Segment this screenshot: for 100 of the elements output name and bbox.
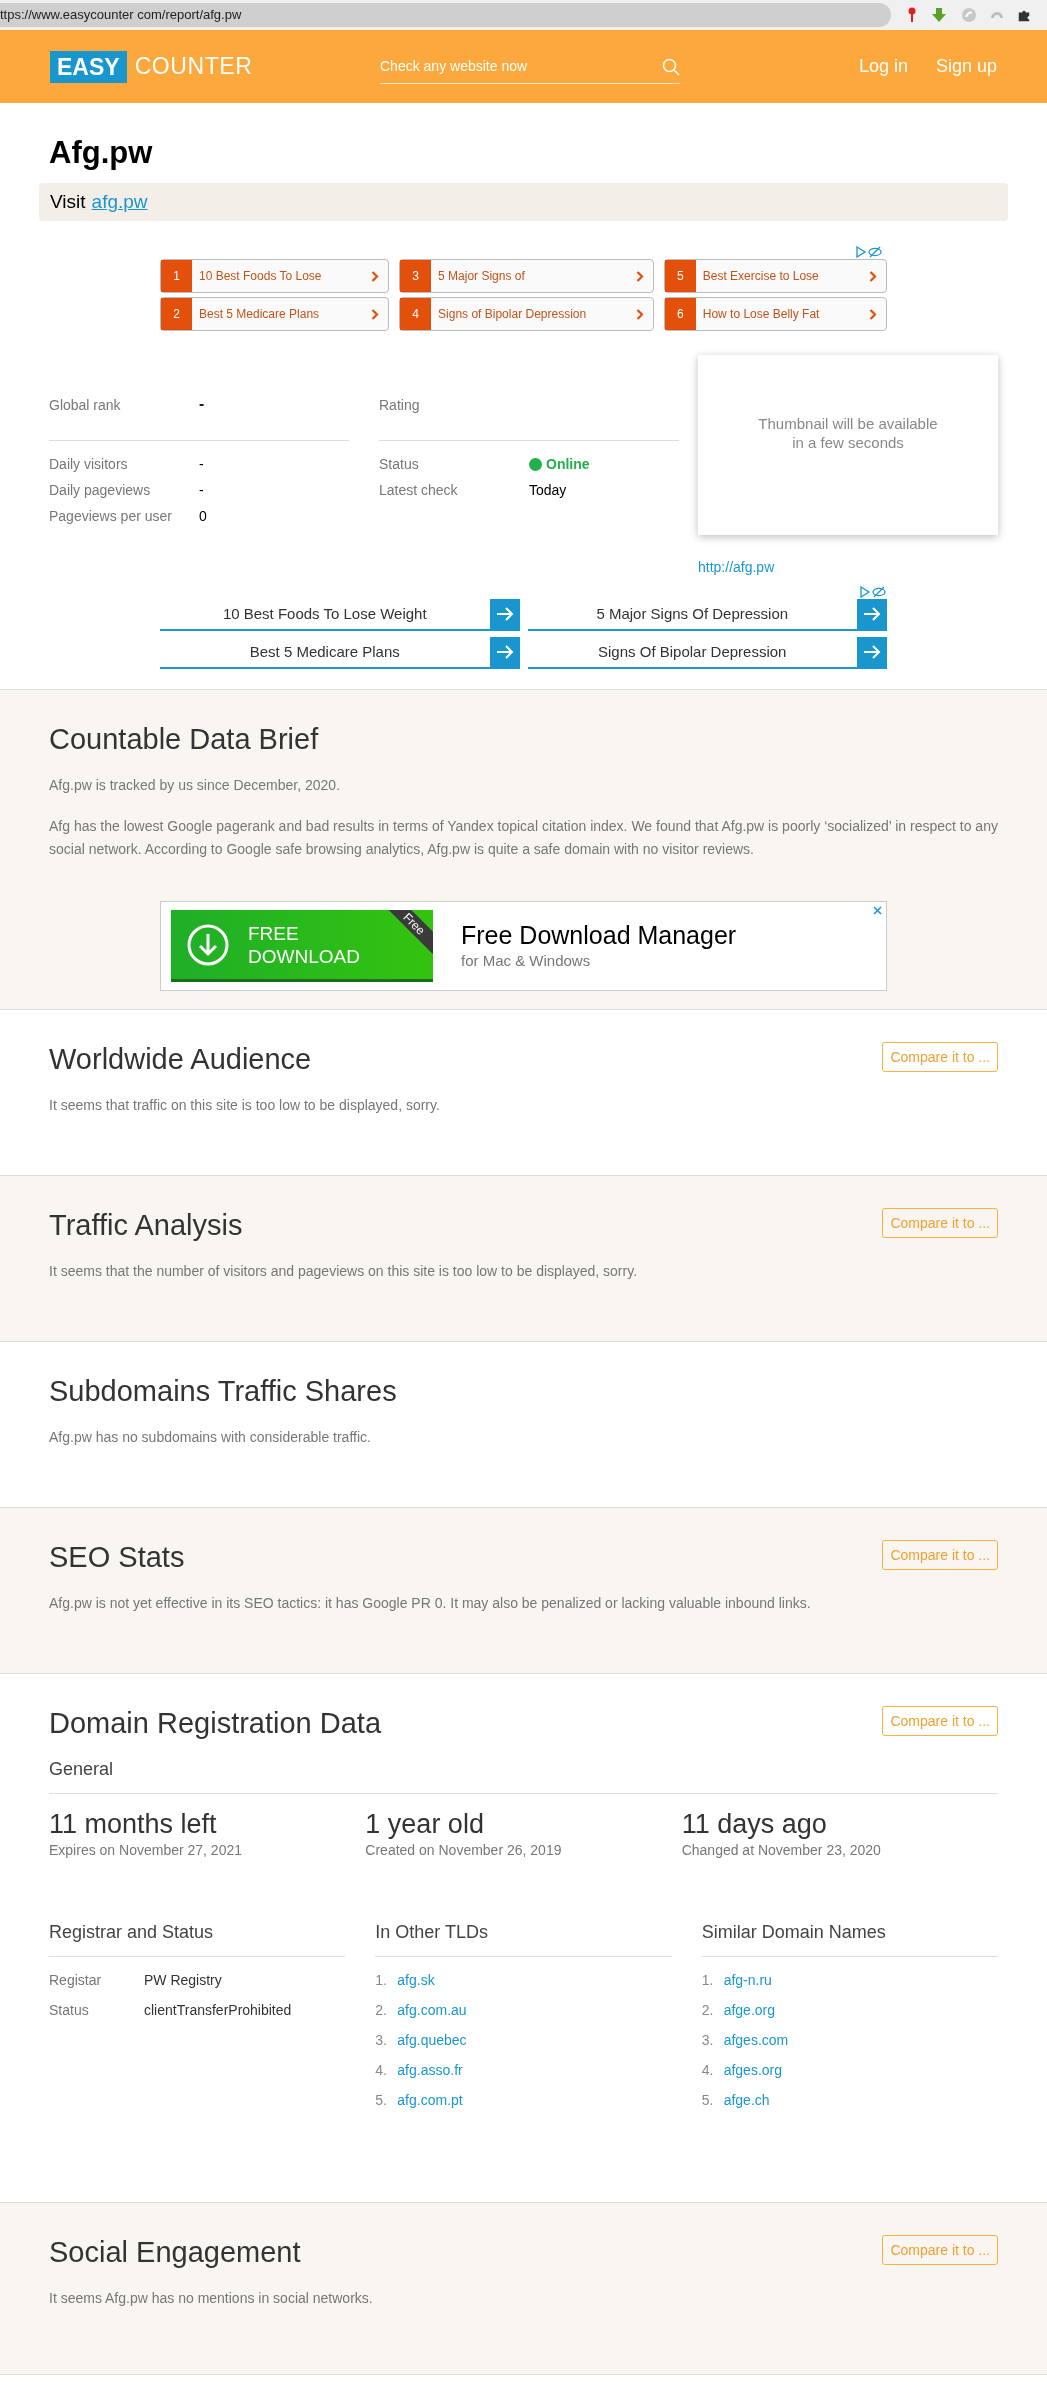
compare-button[interactable]: Compare it to ... [882,1208,998,1238]
domain-link[interactable]: afge.ch [723,2089,770,2111]
domain-link[interactable]: afge.org [723,1999,776,2021]
list-number: 4. [375,2060,388,2080]
stat-label: Pageviews per user [49,507,173,526]
ad-number: 5 [664,260,696,292]
list-number: 1. [375,1970,388,1990]
fact-caption: Expires on November 27, 2021 [49,1841,243,1860]
stat-label: Daily pageviews [49,481,152,500]
header-link[interactable]: Sign up [935,53,997,80]
stat-label: Status [379,455,420,474]
puzzle-icon [1017,8,1031,22]
ad-link[interactable]: 3 5 Major Signs of [399,259,654,293]
section-text: Afg has the lowest Google pagerank and bad results in terms of Yandex topical citation index. We found that Afg.pw is poorly ‘socialized’ in respect to any social network. According to Google safe browsing analytics, Afg.pw is quite a safe domain with no visitor reviews. [49,817,998,859]
section-title: Social Engagement [49,2235,301,2270]
ad-number: 1 [161,260,192,292]
stat-value: - [199,455,204,474]
domain-link[interactable]: afg.sk [397,1969,435,1991]
ad-text: Signs of Bipolar Depression [437,306,588,323]
compare-button[interactable]: Compare it to ... [882,2235,998,2265]
list-number: 4. [701,2060,715,2080]
subsection-title: General [49,1756,998,1794]
status-text: Online [546,455,590,474]
chevron-icon [635,270,644,282]
stat-label: Global rank [49,396,122,415]
ad-link[interactable]: 1 10 Best Foods To Lose [160,259,390,293]
visit-label: Visit [50,189,86,214]
list-number: 2. [375,2000,388,2020]
chevron-icon [869,308,877,320]
list-number: 5. [701,2090,715,2110]
field-value: PW Registry [144,1970,222,1990]
stat-label: Rating [379,396,421,415]
subsection-title: Registrar and Status [49,1919,346,1957]
list-number: 3. [375,2030,388,2050]
fact-caption: Changed at November 23, 2020 [681,1841,882,1860]
section-text: It seems that the number of visitors and pageviews on this site is too low to be displayed, sorry. [49,1262,639,1281]
list-number: 3. [701,2030,715,2050]
ad-number: 2 [161,298,192,330]
domain-link[interactable]: afg.quebec [397,2029,467,2051]
logo-text[interactable]: COUNTER [134,49,253,84]
section-title: Worldwide Audience [49,1042,312,1077]
chevron-icon [869,270,877,282]
visit-link[interactable]: afg.pw [91,187,148,217]
ad-link[interactable]: 10 Best Foods To Lose Weight [160,599,520,631]
search-field[interactable]: Check any website now [380,49,680,84]
pin-icon [907,7,917,23]
ad-text: 5 Major Signs Of Depression [595,603,790,624]
download-arrow-icon [931,7,947,23]
chevron-icon [635,308,644,320]
list-number: 1. [701,1970,715,1990]
domain-link[interactable]: afg.com.pt [397,2089,463,2111]
list-number: 5. [375,2090,388,2110]
ad-link[interactable]: 5 Major Signs Of Depression [527,599,887,631]
fact-value: 11 months left [49,1808,218,1840]
ad-text: 10 Best Foods To Lose [198,268,323,285]
section-title: SEO Stats [49,1540,185,1575]
fact-value: 11 days ago [681,1808,828,1840]
swirl-icon [961,7,977,23]
site-link[interactable]: http://afg.pw [698,557,775,578]
domain-link[interactable]: afges.com [723,2029,789,2051]
ad-text: How to Lose Belly Fat [701,306,821,323]
ad-link[interactable]: 2 Best 5 Medicare Plans [160,297,390,331]
download-icon [186,922,230,967]
arch-icon [991,12,1003,18]
ad-text: Signs Of Bipolar Depression [597,641,788,662]
ad-number: 6 [664,298,696,330]
domain-link[interactable]: afg-n.ru [723,1969,772,1991]
stat-value: Today [529,481,567,500]
logo-box[interactable]: EASY [50,50,127,83]
section-text: Afg.pw is tracked by us since December, 2020. [49,776,342,795]
ad-link[interactable]: Signs Of Bipolar Depression [527,637,887,669]
domain-link[interactable]: afg.com.au [397,1999,467,2021]
compare-button[interactable]: Compare it to ... [882,1706,998,1736]
ad-link[interactable]: 4 Signs of Bipolar Depression [399,297,654,331]
ad-number: 3 [400,260,432,292]
address-bar[interactable]: ttps://www.easycounter com/report/afg.pw [0,3,891,27]
domain-link[interactable]: afges.org [723,2059,783,2081]
ad-text: Best 5 Medicare Plans [198,306,321,323]
site-title: Afg.pw [49,134,154,172]
section-title: Countable Data Brief [49,722,319,757]
ad-text: 5 Major Signs of [437,268,526,285]
list-number: 2. [701,2000,715,2020]
thumbnail-message: Thumbnail will be available in a few seconds [758,414,938,452]
stat-value: - [199,395,205,413]
compare-button[interactable]: Compare it to ... [882,1540,998,1570]
chevron-icon [371,270,380,282]
banner-title: Free Download Manager [461,919,737,950]
section-title: Subdomains Traffic Shares [49,1374,397,1409]
ad-link[interactable]: Best 5 Medicare Plans [160,637,520,669]
ad-link[interactable]: 5 Best Exercise to Lose [663,259,887,293]
search-icon [662,57,680,76]
section-text: Afg.pw is not yet effective in its SEO tactics: it has Google PR 0. It may also be penalized or lacking valuable inbound links. [49,1594,812,1613]
ad-link[interactable]: 6 How to Lose Belly Fat [663,297,887,331]
ad-text: Best Exercise to Lose [701,268,820,285]
chevron-icon [371,308,380,320]
header-link[interactable]: Log in [858,53,908,80]
compare-button[interactable]: Compare it to ... [882,1042,998,1072]
field-label: Registar [49,1970,103,1990]
stat-label: Daily visitors [49,455,129,474]
domain-link[interactable]: afg.asso.fr [397,2059,463,2081]
